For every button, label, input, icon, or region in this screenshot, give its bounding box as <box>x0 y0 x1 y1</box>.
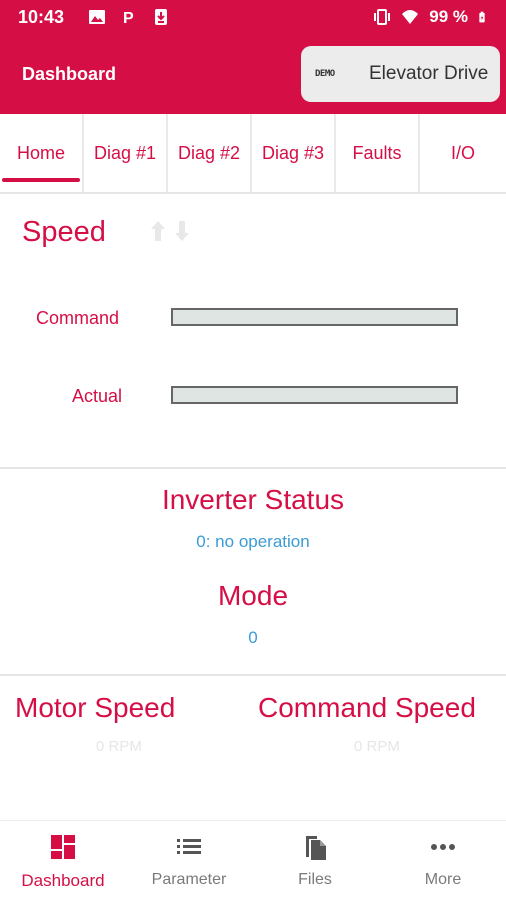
arrow-up-icon <box>151 221 165 241</box>
inverter-status-value: 0: no operation <box>196 532 310 551</box>
dashboard-icon <box>51 835 75 859</box>
bottom-nav: Dashboard Parameter Files More <box>0 820 506 900</box>
demo-logo: DEMO <box>315 69 335 79</box>
device-name: Elevator Drive <box>369 63 489 84</box>
svg-text:P: P <box>123 10 134 26</box>
tab-diag-3[interactable]: Diag #3 <box>252 114 334 192</box>
nav-parameter[interactable]: Parameter <box>126 821 252 900</box>
nav-files[interactable]: Files <box>252 821 378 900</box>
tab-diag-2[interactable]: Diag #2 <box>168 114 250 192</box>
status-bar: 10:43 P 99 % <box>0 0 506 36</box>
files-icon <box>306 836 326 860</box>
inverter-status-title: Inverter Status <box>161 484 345 515</box>
list-icon <box>177 839 201 854</box>
parking-icon: P <box>123 10 134 26</box>
actual-label: Actual <box>72 386 123 406</box>
command-speed-title: Command Speed <box>258 692 476 723</box>
status-time: 10:43 <box>18 7 65 27</box>
section-divider <box>0 467 506 469</box>
metrics-panel: Motor Speed 0 RPM Command Speed 0 RPM <box>0 676 506 820</box>
battery-percentage: 99 % <box>429 7 468 26</box>
speed-panel: Speed Command Actual <box>0 196 506 468</box>
speed-title: Speed <box>22 216 106 248</box>
nav-label: More <box>424 871 462 888</box>
battery-icon <box>479 11 485 23</box>
download-icon <box>155 9 167 25</box>
mode-title: Mode <box>217 580 289 611</box>
mode-value: 0 <box>248 628 258 647</box>
inverter-status-panel: Inverter Status 0: no operation Mode 0 <box>0 470 506 674</box>
page-title: Dashboard <box>22 64 117 84</box>
command-speed-value: 0 RPM <box>354 738 400 755</box>
tab-diag-1[interactable]: Diag #1 <box>84 114 166 192</box>
motor-speed-value: 0 RPM <box>96 738 142 755</box>
nav-dashboard[interactable]: Dashboard <box>0 821 126 900</box>
motor-speed-title: Motor Speed <box>15 692 176 723</box>
nav-label: Dashboard <box>21 871 105 890</box>
arrow-down-icon <box>175 221 189 241</box>
tab-faults[interactable]: Faults <box>336 114 418 192</box>
image-icon <box>89 10 105 24</box>
nav-label: Parameter <box>151 871 227 888</box>
nav-label: Files <box>298 871 332 888</box>
device-selector[interactable]: DEMO Elevator Drive <box>301 46 500 102</box>
command-label: Command <box>36 308 120 328</box>
vibrate-icon <box>374 9 391 25</box>
actual-speed-bar <box>171 386 458 404</box>
active-tab-indicator <box>2 178 80 182</box>
more-icon <box>431 844 455 850</box>
wifi-icon <box>402 10 419 24</box>
tab-bar: Home Diag #1 Diag #2 Diag #3 Faults I/O <box>0 114 506 194</box>
nav-more[interactable]: More <box>380 821 506 900</box>
tab-io[interactable]: I/O <box>420 114 506 192</box>
command-speed-bar <box>171 308 458 326</box>
app-bar: Dashboard DEMO Elevator Drive <box>0 36 506 114</box>
